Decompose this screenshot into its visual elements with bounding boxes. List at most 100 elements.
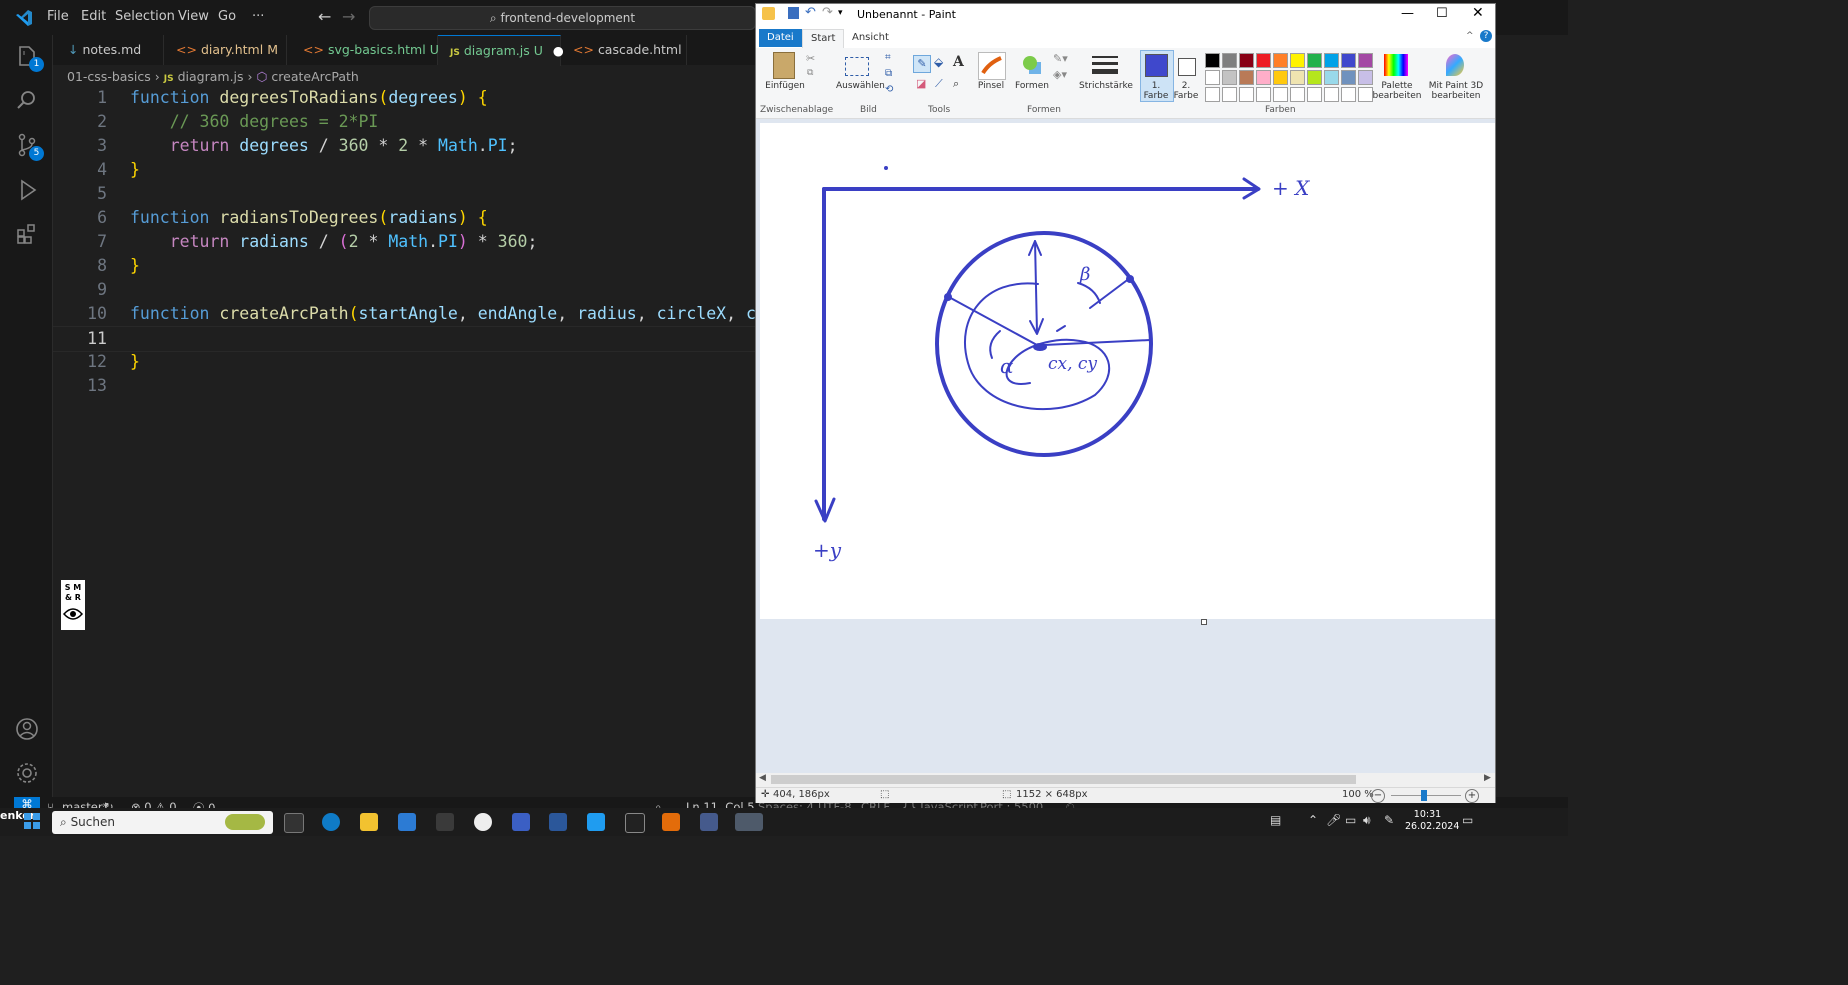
edit-palette-button[interactable]: Palette bearbeiten bbox=[1368, 81, 1426, 101]
color2-swatch[interactable] bbox=[1178, 58, 1196, 76]
color-swatch[interactable] bbox=[1307, 53, 1322, 68]
color-swatch[interactable] bbox=[1324, 53, 1339, 68]
empty-color-swatch[interactable] bbox=[1222, 87, 1237, 102]
eraser-tool-icon[interactable]: ◪ bbox=[916, 77, 926, 90]
tab-cascade-html[interactable]: <> cascade.html bbox=[561, 35, 687, 65]
menu-go[interactable]: Go bbox=[218, 9, 236, 24]
color-swatch[interactable] bbox=[1341, 70, 1356, 85]
task-view-icon[interactable] bbox=[284, 813, 304, 833]
fill-icon[interactable]: ◈▾ bbox=[1053, 68, 1067, 81]
paste-button[interactable]: Einfügen bbox=[760, 81, 810, 91]
clipboard-icon[interactable] bbox=[773, 52, 795, 79]
color-swatch[interactable] bbox=[1324, 70, 1339, 85]
windows-start-icon[interactable] bbox=[24, 813, 40, 829]
tab-ansicht[interactable]: Ansicht bbox=[844, 29, 897, 47]
empty-color-swatch[interactable] bbox=[1205, 87, 1220, 102]
empty-color-swatch[interactable] bbox=[1239, 87, 1254, 102]
file-explorer-icon[interactable] bbox=[360, 813, 378, 831]
run-debug-icon[interactable] bbox=[14, 177, 40, 203]
back-arrow-icon[interactable]: ← bbox=[318, 7, 331, 26]
scroll-right-icon[interactable]: ▶ bbox=[1484, 773, 1491, 783]
recorder-icon[interactable] bbox=[625, 813, 645, 833]
select-icon[interactable] bbox=[845, 57, 869, 76]
rotate-icon[interactable]: ⟲ bbox=[885, 84, 893, 95]
search-icon[interactable] bbox=[14, 87, 40, 113]
color-swatch[interactable] bbox=[1222, 70, 1237, 85]
empty-color-swatch[interactable] bbox=[1307, 87, 1322, 102]
paint3d-button[interactable]: Mit Paint 3D bearbeiten bbox=[1427, 81, 1485, 101]
tab-datei[interactable]: Datei bbox=[759, 29, 802, 47]
tab-start[interactable]: Start bbox=[802, 29, 845, 48]
tab-diagram-js[interactable]: JS diagram.js U ● bbox=[438, 35, 564, 66]
brush-button[interactable]: Pinsel bbox=[974, 81, 1008, 91]
select-button[interactable]: Auswählen bbox=[836, 81, 885, 91]
color-swatch[interactable] bbox=[1239, 53, 1254, 68]
paint-canvas[interactable]: + X +y cx, cy α β bbox=[760, 123, 1495, 619]
screen-recorder-logo-icon[interactable]: S M & R bbox=[61, 580, 85, 630]
account-icon[interactable] bbox=[14, 716, 40, 742]
stroke-width-button[interactable]: Strichstärke bbox=[1078, 81, 1134, 91]
zoom-in-icon[interactable]: + bbox=[1465, 789, 1479, 803]
help-icon[interactable]: ? bbox=[1480, 30, 1492, 42]
breadcrumb-file[interactable]: diagram.js bbox=[178, 69, 244, 84]
menu-edit[interactable]: Edit bbox=[81, 9, 106, 24]
pen-icon[interactable]: ✎ bbox=[1384, 813, 1394, 827]
menu-file[interactable]: File bbox=[47, 9, 69, 24]
volume-icon[interactable]: 🔊︎ bbox=[1363, 813, 1371, 828]
menu-more[interactable]: ··· bbox=[252, 9, 264, 24]
brush-icon[interactable] bbox=[978, 52, 1006, 80]
horizontal-scrollbar[interactable]: ◀ ▶ bbox=[756, 773, 1495, 787]
copy-icon[interactable]: ⧉ bbox=[807, 68, 813, 78]
color-swatch[interactable] bbox=[1239, 70, 1254, 85]
paint-app-icon[interactable] bbox=[762, 7, 775, 20]
tray-chevron-up-icon[interactable]: ⌃ bbox=[1308, 813, 1318, 827]
empty-color-swatch[interactable] bbox=[1290, 87, 1305, 102]
app-icon[interactable] bbox=[474, 813, 492, 831]
empty-color-swatch[interactable] bbox=[1256, 87, 1271, 102]
vscode-logo-icon[interactable] bbox=[14, 8, 34, 28]
notification-icon[interactable]: ▭ bbox=[1462, 813, 1473, 827]
scroll-left-icon[interactable]: ◀ bbox=[759, 773, 766, 783]
text-tool-icon[interactable]: A bbox=[953, 54, 964, 70]
stroke-width-icon[interactable] bbox=[1092, 54, 1118, 76]
color-swatch[interactable] bbox=[1307, 70, 1322, 85]
color-swatch[interactable] bbox=[1256, 53, 1271, 68]
command-center-search[interactable]: ⌕ frontend-development bbox=[369, 6, 756, 30]
color-swatch[interactable] bbox=[1290, 53, 1305, 68]
resize-icon[interactable]: ⧉ bbox=[885, 68, 892, 79]
empty-color-swatch[interactable] bbox=[1341, 87, 1356, 102]
edit-palette-icon[interactable] bbox=[1384, 54, 1408, 76]
undo-icon[interactable]: ↶ bbox=[805, 5, 816, 20]
color-swatch[interactable] bbox=[1205, 70, 1220, 85]
menu-selection[interactable]: Selection bbox=[115, 9, 175, 24]
network-icon[interactable]: ▭ bbox=[1345, 813, 1356, 827]
photos-icon[interactable] bbox=[700, 813, 718, 831]
clock[interactable]: 10:31 26.02.2024 bbox=[1405, 809, 1459, 833]
shapes-button[interactable]: Formen bbox=[1014, 81, 1050, 91]
code-editor[interactable]: 1 function degreesToRadians(degrees) { 2 … bbox=[53, 86, 755, 797]
news-icon[interactable]: ▤ bbox=[1270, 813, 1281, 827]
paint-taskbar-icon[interactable] bbox=[735, 813, 763, 831]
breadcrumb-symbol[interactable]: createArcPath bbox=[271, 69, 358, 84]
color-swatch[interactable] bbox=[1273, 70, 1288, 85]
save-icon[interactable] bbox=[788, 7, 799, 19]
store-icon[interactable] bbox=[398, 813, 416, 831]
color-picker-icon[interactable]: ⟋ bbox=[935, 77, 943, 91]
tab-diary-html[interactable]: <> diary.html M bbox=[164, 35, 287, 65]
minimize-icon[interactable]: — bbox=[1401, 6, 1414, 21]
microphone-icon[interactable]: 🎤︎ bbox=[1326, 813, 1341, 827]
color-swatch[interactable] bbox=[1341, 53, 1356, 68]
color-swatch[interactable] bbox=[1256, 70, 1271, 85]
shapes-icon[interactable] bbox=[1019, 52, 1045, 78]
collapse-ribbon-icon[interactable]: ^ bbox=[1466, 31, 1474, 41]
terminal-icon[interactable] bbox=[436, 813, 454, 831]
zoom-out-icon[interactable]: − bbox=[1371, 789, 1385, 803]
color-swatch[interactable] bbox=[1358, 53, 1373, 68]
magnifier-icon[interactable]: ⌕ bbox=[953, 77, 959, 91]
tab-notes-md[interactable]: ↓ notes.md bbox=[53, 35, 164, 65]
fill-tool-icon[interactable]: ⬙ bbox=[934, 55, 943, 69]
taskbar-search[interactable]: ⌕ Suchen bbox=[52, 811, 273, 834]
quick-access-dropdown-icon[interactable]: ▾ bbox=[838, 8, 843, 18]
color-swatch[interactable] bbox=[1290, 70, 1305, 85]
color-swatch[interactable] bbox=[1273, 53, 1288, 68]
